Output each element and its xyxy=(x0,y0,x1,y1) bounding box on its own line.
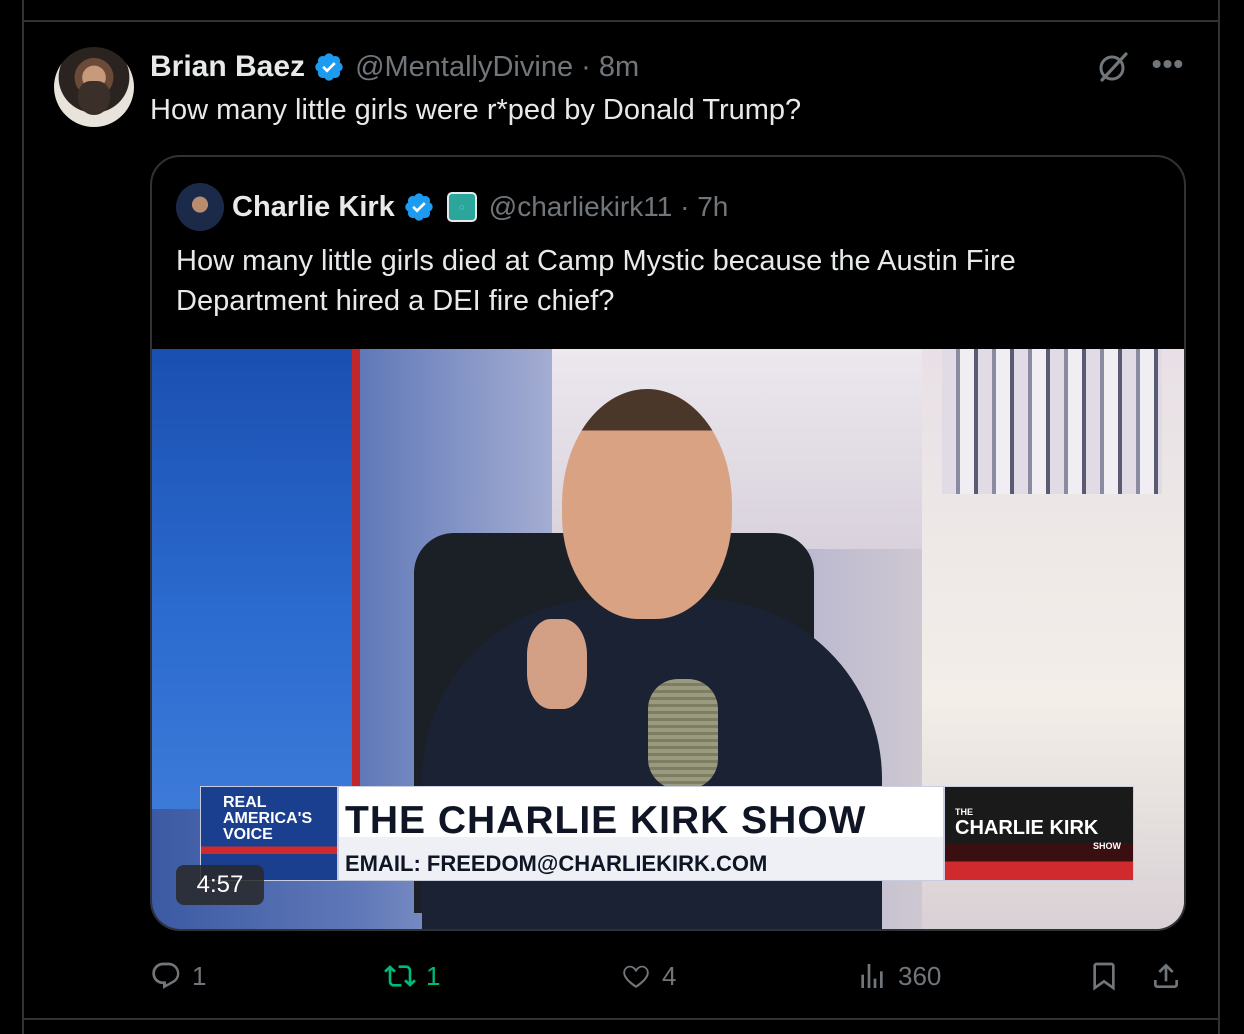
author-handle-time[interactable]: @MentallyDivine · 8m xyxy=(355,51,639,84)
like-count: 4 xyxy=(662,960,677,991)
views-count: 360 xyxy=(898,960,942,991)
quoted-tweet[interactable]: Charlie Kirk ◌ @charliekirk11 · 7h How m… xyxy=(150,155,1186,931)
reply-count: 1 xyxy=(192,960,207,991)
quoted-tweet-text: How many little girls died at Camp Mysti… xyxy=(176,245,1016,317)
tweet-actions: 1 1 4 360 xyxy=(150,956,1190,996)
video-backdrop-books xyxy=(942,349,1162,494)
repost-count: 1 xyxy=(426,960,441,991)
video-player[interactable]: REAL AMERICA'S VOICE THE CHARLIE KIRK SH… xyxy=(152,349,1184,929)
like-button[interactable]: 4 xyxy=(620,956,676,996)
show-logo: THE CHARLIE KIRK SHOW xyxy=(944,786,1134,881)
bookmark-icon xyxy=(1093,962,1115,991)
reply-button[interactable]: 1 xyxy=(150,956,206,996)
video-duration: 4:57 xyxy=(176,865,264,905)
show-logo-sub: SHOW xyxy=(1093,841,1121,851)
tweet-text: How many little girls were r*ped by Dona… xyxy=(150,94,802,126)
grok-icon[interactable] xyxy=(1096,50,1130,84)
show-logo-text: CHARLIE KIRK xyxy=(955,817,1099,839)
views-button[interactable]: 360 xyxy=(856,956,941,996)
timeline-border-right xyxy=(1218,0,1220,1034)
author-name[interactable]: Brian Baez xyxy=(150,50,305,84)
quoted-author-avatar[interactable] xyxy=(176,183,224,231)
video-backdrop-stripe xyxy=(352,349,360,809)
video-lower-third: REAL AMERICA'S VOICE THE CHARLIE KIRK SH… xyxy=(200,786,1134,884)
video-backdrop-banner xyxy=(152,349,357,809)
quoted-tweet-header: Charlie Kirk ◌ @charliekirk11 · 7h xyxy=(232,187,728,227)
reply-icon xyxy=(152,962,180,989)
author-avatar[interactable] xyxy=(54,47,134,127)
lower-third-email: EMAIL: FREEDOM@CHARLIEKIRK.COM xyxy=(345,851,768,876)
more-icon[interactable]: ••• xyxy=(1150,50,1186,82)
tweet-divider-bottom xyxy=(22,1018,1220,1020)
quoted-author-name[interactable]: Charlie Kirk xyxy=(232,191,395,224)
views-icon xyxy=(861,964,883,988)
video-microphone xyxy=(648,679,718,789)
video-presenter-head xyxy=(562,389,732,619)
video-presenter-hand xyxy=(527,619,587,709)
repost-button[interactable]: 1 xyxy=(384,956,440,996)
lower-third-main: THE CHARLIE KIRK SHOW EMAIL: FREEDOM@CHA… xyxy=(338,786,944,881)
affiliate-badge-icon[interactable]: ◌ xyxy=(446,192,477,222)
timeline-border-left xyxy=(22,0,24,1034)
show-logo-small: THE xyxy=(955,807,973,817)
tweet-header: Brian Baez @MentallyDivine · 8m xyxy=(150,50,639,84)
repost-icon xyxy=(384,965,416,987)
share-icon xyxy=(1154,963,1178,988)
quoted-author-handle-time[interactable]: @charliekirk11 · 7h xyxy=(489,191,729,223)
bookmark-button[interactable] xyxy=(1088,956,1120,996)
verified-badge-icon[interactable] xyxy=(313,51,345,83)
avatar-beard xyxy=(78,81,110,115)
network-logo-text: REAL AMERICA'S VOICE xyxy=(223,794,313,843)
share-button[interactable] xyxy=(1150,956,1182,996)
lower-third-title: THE CHARLIE KIRK SHOW xyxy=(345,799,867,842)
verified-badge-icon[interactable] xyxy=(403,191,435,223)
like-icon xyxy=(623,965,649,988)
tweet-divider-top xyxy=(22,20,1220,22)
